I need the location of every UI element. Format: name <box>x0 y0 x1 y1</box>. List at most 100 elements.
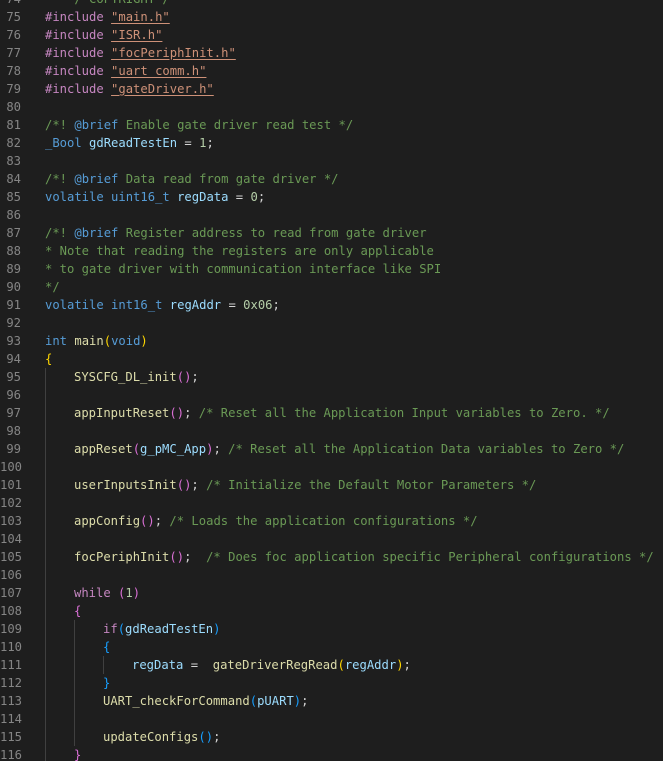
line-number: 97 <box>6 406 21 420</box>
code-token: "gateDriver.h" <box>111 82 214 96</box>
code-line[interactable]: 74 /*COPYRIGHT*/ <box>0 0 663 8</box>
code-token: ; <box>213 730 221 744</box>
code-line[interactable]: 101 userInputsInit(); /* Initialize the D… <box>0 476 663 494</box>
code-token: /* Does foc application specific Periphe… <box>206 550 654 564</box>
code-line[interactable]: 75 #include "main.h" <box>0 8 663 26</box>
indent-guide <box>45 584 46 602</box>
code-line[interactable]: 106 <box>0 566 663 584</box>
code-text: appInputReset(); /* Reset all the Applic… <box>74 404 610 422</box>
code-token: /*COPYRIGHT*/ <box>45 0 169 6</box>
code-line[interactable]: 94 { <box>0 350 663 368</box>
line-number: 93 <box>6 334 21 348</box>
code-text: SYSCFG_DL_init(); <box>74 368 199 386</box>
indent-guide <box>45 656 46 674</box>
code-text: #include "gateDriver.h" <box>45 80 214 98</box>
code-line[interactable]: 84 /*! @brief Data read from gate driver … <box>0 170 663 188</box>
code-line[interactable]: 90 */ <box>0 278 663 296</box>
code-token: ) <box>396 658 404 672</box>
line-number: 80 <box>6 100 21 114</box>
code-line[interactable]: 76 #include "ISR.h" <box>0 26 663 44</box>
code-token: { <box>45 352 53 366</box>
code-text: } <box>103 674 110 692</box>
code-token: appReset <box>74 442 133 456</box>
code-text: appConfig(); /* Loads the application co… <box>74 512 478 530</box>
code-line[interactable]: 109 if(gdReadTestEn) <box>0 620 663 638</box>
code-line[interactable]: 92 <box>0 314 663 332</box>
code-token: if <box>103 622 118 636</box>
code-text: { <box>74 602 81 620</box>
code-text: } <box>74 746 81 761</box>
code-line[interactable]: 81 /*! @brief Enable gate driver read tes… <box>0 116 663 134</box>
code-text: UART_checkForCommand(pUART); <box>103 692 308 710</box>
code-line[interactable]: 89 * to gate driver with communication in… <box>0 260 663 278</box>
code-line[interactable]: 95 SYSCFG_DL_init(); <box>0 368 663 386</box>
code-line[interactable]: 87 /*! @brief Register address to read fr… <box>0 224 663 242</box>
code-token: 0x06 <box>243 298 273 312</box>
code-line[interactable]: 88 * Note that reading the registers are … <box>0 242 663 260</box>
code-line[interactable]: 116} <box>0 746 663 761</box>
code-token: ; <box>154 514 170 528</box>
code-line[interactable]: 83 <box>0 152 663 170</box>
code-line[interactable]: 104 <box>0 530 663 548</box>
code-line[interactable]: 115 updateConfigs(); <box>0 728 663 746</box>
line-number: 79 <box>6 82 21 96</box>
code-token: focPeriphInit <box>74 550 170 564</box>
code-line[interactable]: 79 #include "gateDriver.h" <box>0 80 663 98</box>
code-token: userInputsInit <box>74 478 177 492</box>
indent-guide <box>45 476 46 494</box>
code-line[interactable]: 96 <box>0 386 663 404</box>
code-line[interactable]: 85 volatile uint16_t regData = 0; <box>0 188 663 206</box>
code-line[interactable]: 86 <box>0 206 663 224</box>
line-number: 99 <box>6 442 21 456</box>
code-token: = <box>177 136 200 150</box>
code-line[interactable]: 108 { <box>0 602 663 620</box>
code-line[interactable]: 97 appInputReset(); /* Reset all the Appl… <box>0 404 663 422</box>
code-editor[interactable]: 74 /*COPYRIGHT*/ 75 #include "main.h" 76 #in… <box>0 0 663 761</box>
code-token: Register address to read from gate drive… <box>118 226 427 240</box>
code-token: Data read from gate driver */ <box>118 172 339 186</box>
code-text: volatile int16_t regAddr = 0x06; <box>45 296 280 314</box>
code-line[interactable]: 77 #include "focPeriphInit.h" <box>0 44 663 62</box>
code-line[interactable]: 107 while (1) <box>0 584 663 602</box>
indent-guide <box>74 674 75 692</box>
code-line[interactable]: 102 <box>0 494 663 512</box>
code-text: focPeriphInit(); /* Does foc application… <box>74 548 654 566</box>
line-number: 83 <box>6 154 21 168</box>
code-line[interactable]: 98 <box>0 422 663 440</box>
code-line[interactable]: 91 volatile int16_t regAddr = 0x06; <box>0 296 663 314</box>
code-line[interactable]: 112} <box>0 674 663 692</box>
code-line[interactable]: 105 focPeriphInit(); /* Does foc applicat… <box>0 548 663 566</box>
indent-guide <box>45 440 46 458</box>
code-line[interactable]: 78 #include "uart_comm.h" <box>0 62 663 80</box>
indent-guide <box>45 512 46 530</box>
code-line[interactable]: 99 appReset(g_pMC_App); /* Reset all the … <box>0 440 663 458</box>
code-token: = <box>228 190 251 204</box>
code-line[interactable]: 114 <box>0 710 663 728</box>
line-number: 102 <box>0 496 23 510</box>
indent-guide <box>74 692 75 710</box>
code-token: ) <box>140 334 148 348</box>
code-token: */ <box>45 280 60 294</box>
code-line[interactable]: 111 regData = gateDriverRegRead(regAddr); <box>0 656 663 674</box>
code-line[interactable]: 80 <box>0 98 663 116</box>
code-token: @brief <box>74 118 119 132</box>
code-line[interactable]: 100 <box>0 458 663 476</box>
code-token: () <box>169 550 185 564</box>
code-token: main <box>74 334 104 348</box>
code-line[interactable]: 110 { <box>0 638 663 656</box>
code-token: volatile <box>45 190 104 204</box>
code-token: while <box>74 586 111 600</box>
code-line[interactable]: 103 appConfig(); /* Loads the application… <box>0 512 663 530</box>
line-number: 88 <box>6 244 21 258</box>
code-line[interactable]: 113 UART_checkForCommand(pUART); <box>0 692 663 710</box>
code-token: * Note that reading the registers are on… <box>45 244 434 258</box>
code-token: ; <box>184 550 207 564</box>
indent-guide <box>74 638 75 656</box>
code-token: gdReadTestEn <box>89 136 178 150</box>
indent-guide <box>45 638 46 656</box>
code-line[interactable]: 82 _Bool gdReadTestEn = 1; <box>0 134 663 152</box>
code-line[interactable]: 93 int main(void) <box>0 332 663 350</box>
code-token: _Bool <box>45 136 82 150</box>
